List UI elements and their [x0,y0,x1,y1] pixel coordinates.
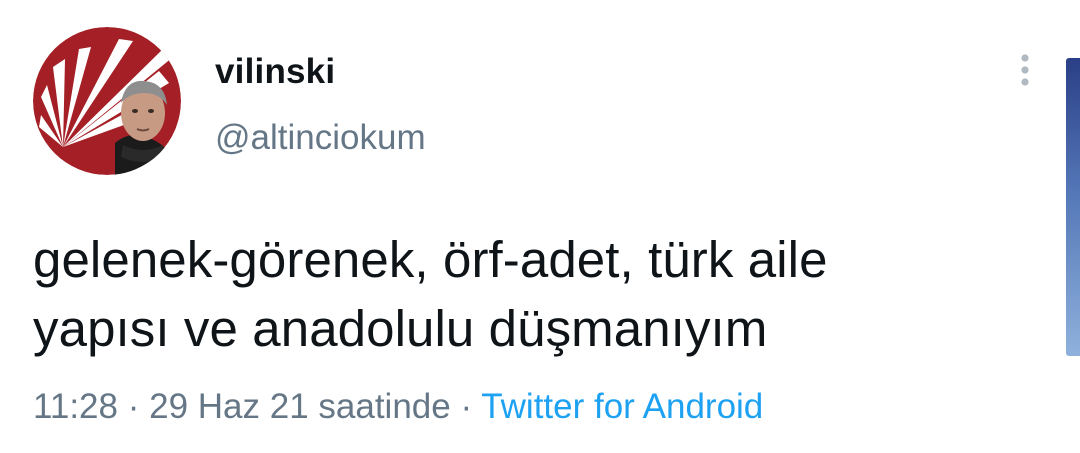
more-vertical-icon[interactable] [1010,52,1040,92]
tweet-meta: 11:28 · 29 Haz 21 saatinde · Twitter for… [33,387,763,427]
meta-separator: · [118,387,150,426]
display-name[interactable]: vilinski [215,52,335,92]
tweet-card: vilinski @altinciokum gelenek-görenek, ö… [0,0,1080,453]
tweet-time: 11:28 [33,387,118,426]
profile-avatar-icon[interactable] [33,27,181,175]
tweet-text: gelenek-görenek, örf-adet, türk aile yap… [33,225,1033,363]
meta-separator-2: · [450,387,482,426]
adjacent-image-edge [1066,58,1080,356]
tweet-text-line-2: yapısı ve anadolulu düşmanıyım [33,300,768,357]
tweet-source-link[interactable]: Twitter for Android [481,387,763,426]
tweet-date: 29 Haz 21 saatinde [149,387,451,426]
user-handle[interactable]: @altinciokum [215,118,426,158]
tweet-text-line-1: gelenek-görenek, örf-adet, türk aile [33,231,828,288]
